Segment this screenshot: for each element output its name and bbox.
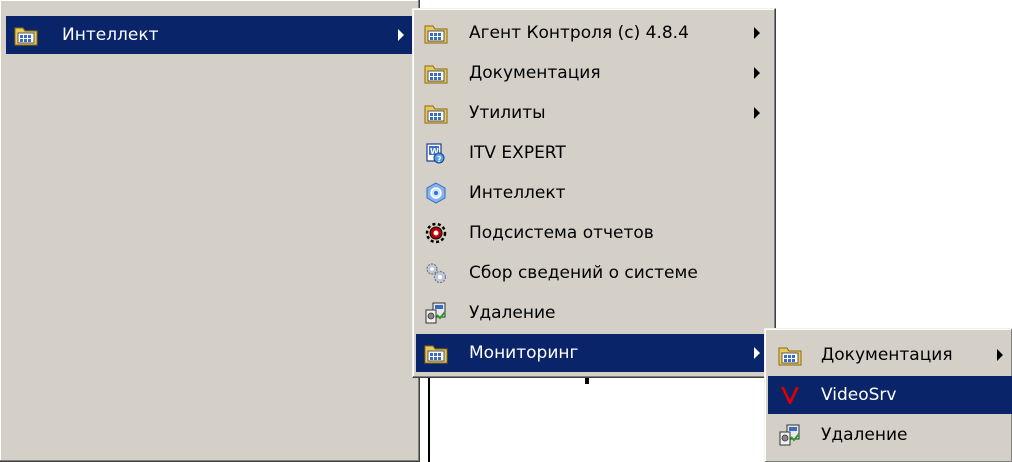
intellect-submenu: Агент Контроля (с) 4.8.4 Документация Ут… — [412, 8, 776, 378]
menu-item-label: Агент Контроля (с) 4.8.4 — [469, 23, 689, 43]
menu-item-agent-control[interactable]: Агент Контроля (с) 4.8.4 — [416, 14, 770, 52]
menu-item-documentation[interactable]: Документация — [416, 54, 770, 92]
menu-item-label: Подсистема отчетов — [469, 223, 654, 243]
submenu-arrow-icon — [754, 107, 760, 119]
program-group-folder-icon — [424, 61, 448, 85]
gears-icon — [424, 261, 448, 285]
uninstall-icon — [778, 423, 802, 447]
menu-item-videosrv[interactable]: VideoSrv — [768, 376, 1012, 414]
menu-item-label: Мониторинг — [469, 343, 579, 363]
svg-text:?: ? — [437, 155, 442, 164]
menu-item-label: Интеллект — [469, 183, 566, 203]
program-group-folder-icon — [424, 21, 448, 45]
menu-item-label: Утилиты — [469, 103, 546, 123]
submenu-arrow-icon — [997, 349, 1003, 361]
menu-item-intellect-group[interactable]: Интеллект — [6, 16, 412, 54]
menu-item-report-subsystem[interactable]: Подсистема отчетов — [416, 214, 770, 252]
submenu-arrow-icon — [754, 67, 760, 79]
menu-item-itv-expert[interactable]: W ? ITV EXPERT — [416, 134, 770, 172]
menu-item-label: Документация — [821, 345, 953, 365]
videosrv-v-icon — [778, 383, 802, 407]
menu-item-monitoring[interactable]: Мониторинг — [416, 334, 770, 372]
intellect-app-icon — [424, 181, 448, 205]
program-group-folder-icon — [778, 343, 802, 367]
menu-item-label: Удаление — [469, 303, 556, 323]
menu-item-intellect-app[interactable]: Интеллект — [416, 174, 770, 212]
menu-item-label: Интеллект — [62, 25, 159, 45]
program-group-folder-icon — [424, 341, 448, 365]
menu-item-utilities[interactable]: Утилиты — [416, 94, 770, 132]
menu-item-uninstall[interactable]: Удаление — [416, 294, 770, 332]
menu-item-monitoring-uninstall[interactable]: Удаление — [768, 416, 1012, 454]
menu-item-label: ITV EXPERT — [469, 143, 566, 163]
program-group-folder-icon — [14, 23, 38, 47]
menu-item-system-info[interactable]: Сбор сведений о системе — [416, 254, 770, 292]
monitoring-submenu: Документация VideoSrv Удаление — [764, 328, 1012, 462]
uninstall-icon — [424, 301, 448, 325]
menu-item-label: VideoSrv — [821, 385, 897, 405]
submenu-arrow-icon — [754, 27, 760, 39]
menu-item-label: Сбор сведений о системе — [469, 263, 698, 283]
menu-item-monitoring-documentation[interactable]: Документация — [768, 336, 1012, 374]
menu-item-label: Документация — [469, 63, 601, 83]
submenu-arrow-icon — [754, 347, 760, 359]
program-group-folder-icon — [424, 101, 448, 125]
report-subsystem-icon — [424, 221, 448, 245]
window-edge-line — [585, 378, 589, 384]
start-menu-programs: Интеллект — [0, 0, 420, 462]
submenu-arrow-icon — [398, 29, 404, 41]
menu-item-label: Удаление — [821, 425, 908, 445]
help-document-icon: W ? — [424, 141, 448, 165]
window-edge-line — [428, 378, 430, 462]
